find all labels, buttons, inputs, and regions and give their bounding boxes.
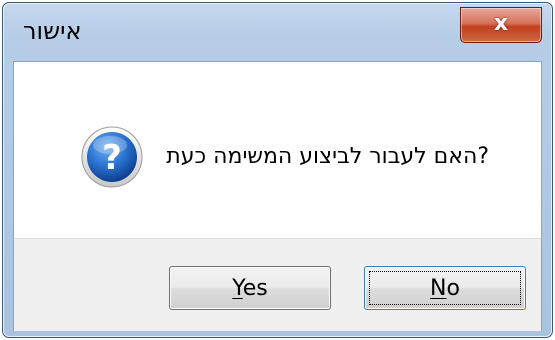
- yes-label-rest: es: [242, 275, 268, 301]
- no-button-label: No: [430, 276, 460, 301]
- yes-button[interactable]: Yes: [169, 266, 331, 310]
- svg-text:?: ?: [102, 138, 122, 178]
- dialog-window: אישור x ? ?האם לעבור לביצוע המשימה כעת Y…: [2, 2, 553, 338]
- no-label-rest: o: [446, 275, 460, 301]
- close-icon: x: [493, 11, 509, 36]
- button-bar: Yes No: [14, 238, 541, 331]
- window-title: אישור: [23, 17, 82, 45]
- title-bar[interactable]: אישור x: [3, 3, 552, 61]
- yes-button-label: Yes: [232, 276, 268, 301]
- question-icon: ?: [80, 125, 144, 189]
- dialog-message: ?האם לעבור לביצוע המשימה כעת: [166, 144, 489, 169]
- dialog-content: ? ?האם לעבור לביצוע המשימה כעת Yes No: [13, 61, 542, 331]
- no-mnemonic: N: [430, 275, 447, 301]
- yes-mnemonic: Y: [232, 275, 243, 301]
- no-button[interactable]: No: [364, 266, 526, 310]
- close-button[interactable]: x: [460, 7, 542, 43]
